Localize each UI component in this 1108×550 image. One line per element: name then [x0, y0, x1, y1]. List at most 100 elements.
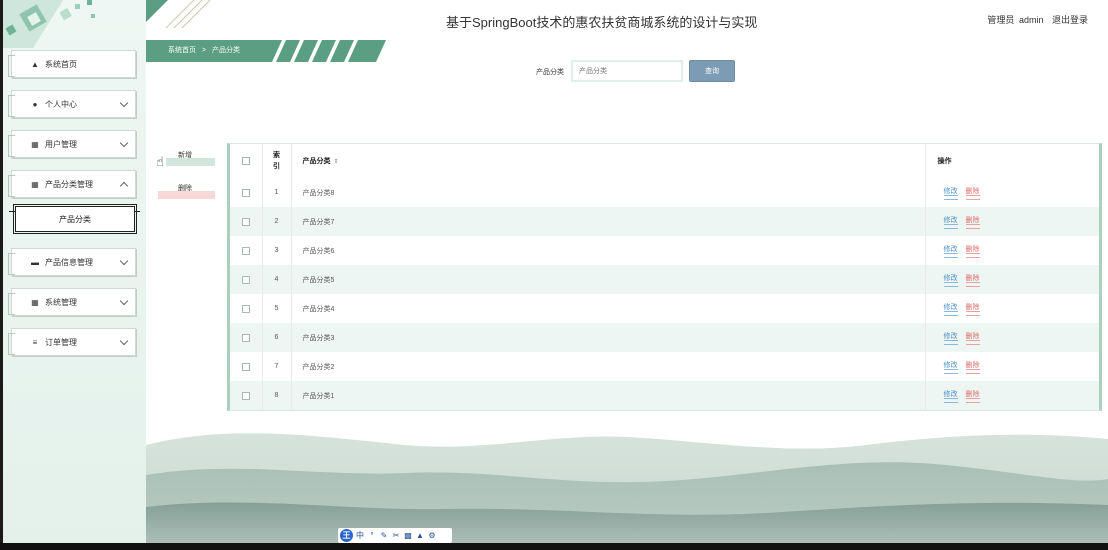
- header: 基于SpringBoot技术的惠农扶贫商城系统的设计与实现 管理员 admin …: [146, 0, 1108, 40]
- row-index: 1: [262, 178, 292, 207]
- row-checkbox[interactable]: [241, 188, 250, 197]
- ime-logo-icon[interactable]: 王: [340, 529, 353, 542]
- breadcrumb-home[interactable]: 系统首页: [168, 47, 196, 54]
- breadcrumb-separator: >: [201, 47, 207, 54]
- edit-button[interactable]: 修改: [943, 302, 958, 316]
- pen-icon[interactable]: ✎: [379, 531, 389, 540]
- row-checkbox[interactable]: [241, 275, 250, 284]
- row-actions: 修改 删除: [925, 236, 1099, 265]
- delete-button[interactable]: 删除: [965, 331, 980, 345]
- punctuation-icon[interactable]: °: [367, 531, 377, 540]
- batch-delete-button[interactable]: 删除: [158, 183, 215, 199]
- row-actions: 修改 删除: [925, 178, 1099, 207]
- row-checkbox-cell: [230, 323, 263, 352]
- user-icon: ●: [32, 99, 38, 109]
- row-index: 7: [262, 352, 292, 381]
- row-checkbox-cell: [230, 352, 263, 381]
- sort-icon[interactable]: ⇕: [334, 159, 339, 165]
- chevron-down-icon: [119, 138, 129, 148]
- row-name: 产品分类7: [291, 207, 926, 236]
- delete-button-label: 删除: [178, 185, 192, 192]
- row-actions: 修改 删除: [925, 381, 1099, 410]
- sidebar-item-label: 订单管理: [45, 337, 77, 347]
- sidebar-subitem-category[interactable]: 产品分类: [13, 204, 137, 234]
- add-button[interactable]: 新增: [158, 150, 215, 166]
- sidebar-item-category-mgmt[interactable]: ▦ 产品分类管理: [8, 170, 136, 198]
- row-checkbox[interactable]: [241, 362, 250, 371]
- edit-button[interactable]: 修改: [943, 244, 958, 258]
- header-index: 索引: [262, 144, 292, 178]
- delete-button[interactable]: 删除: [965, 389, 980, 403]
- row-index: 3: [262, 236, 292, 265]
- header-corner-decoration: [146, 0, 211, 28]
- row-index: 6: [262, 323, 292, 352]
- category-table: 索引 产品分类 ⇕ 操作 1 产品分类8 修改 删除 2 产品分类7 修改 删除 3 产品分类6 修改…: [227, 143, 1102, 411]
- logout-link[interactable]: 退出登录: [1052, 15, 1088, 25]
- ime-toolbar[interactable]: 王 中 ° ✎ ✂ ▩ ▲ ⚙: [338, 528, 452, 543]
- row-checkbox-cell: [230, 265, 263, 294]
- table-row[interactable]: 1 产品分类8 修改 删除: [230, 178, 1099, 207]
- add-button-label: 新增: [178, 152, 192, 159]
- keyboard-icon[interactable]: ▩: [403, 531, 413, 540]
- delete-button[interactable]: 删除: [965, 302, 980, 316]
- header-user-area: 管理员 admin 退出登录: [985, 13, 1088, 26]
- sidebar-item-home[interactable]: ▲ 系统首页: [8, 50, 136, 78]
- ime-mode[interactable]: 中: [355, 530, 365, 541]
- sidebar-item-profile[interactable]: ● 个人中心: [8, 90, 136, 118]
- delete-button[interactable]: 删除: [965, 244, 980, 258]
- chevron-up-icon: [119, 181, 129, 191]
- search-input[interactable]: [571, 60, 683, 82]
- gear-icon[interactable]: ⚙: [427, 531, 437, 540]
- row-checkbox-cell: [230, 294, 263, 323]
- table-row[interactable]: 6 产品分类3 修改 删除: [230, 323, 1099, 352]
- edit-button[interactable]: 修改: [943, 389, 958, 403]
- row-checkbox[interactable]: [241, 217, 250, 226]
- scissors-icon[interactable]: ✂: [391, 531, 401, 540]
- row-checkbox-cell: [230, 236, 263, 265]
- hand-cursor-icon: ☝: [156, 154, 164, 169]
- edit-button[interactable]: 修改: [943, 273, 958, 287]
- landscape-background: [146, 415, 1108, 543]
- row-name: 产品分类6: [291, 236, 926, 265]
- table-row[interactable]: 8 产品分类1 修改 删除: [230, 381, 1099, 410]
- search-button[interactable]: 查询: [689, 60, 735, 82]
- row-name: 产品分类3: [291, 323, 926, 352]
- row-checkbox[interactable]: [241, 246, 250, 255]
- edit-button[interactable]: 修改: [943, 215, 958, 229]
- grid-icon: ▦: [31, 179, 39, 189]
- row-checkbox-cell: [230, 207, 263, 236]
- delete-button[interactable]: 删除: [965, 186, 980, 200]
- sidebar-subitem-label: 产品分类: [59, 214, 91, 224]
- row-actions: 修改 删除: [925, 323, 1099, 352]
- sidebar-item-system[interactable]: ▦ 系统管理: [8, 288, 136, 316]
- row-index: 5: [262, 294, 292, 323]
- chevron-down-icon: [119, 296, 129, 306]
- skin-icon[interactable]: ▲: [415, 531, 425, 540]
- row-checkbox[interactable]: [241, 333, 250, 342]
- select-all-checkbox[interactable]: [241, 157, 250, 165]
- user-role: 管理员: [987, 15, 1015, 25]
- table-row[interactable]: 2 产品分类7 修改 删除: [230, 207, 1099, 236]
- sidebar-item-users[interactable]: ▦ 用户管理: [8, 130, 136, 158]
- edit-button[interactable]: 修改: [943, 360, 958, 374]
- delete-button[interactable]: 删除: [965, 360, 980, 374]
- row-index: 4: [262, 265, 292, 294]
- delete-button[interactable]: 删除: [965, 215, 980, 229]
- sidebar-item-product-info[interactable]: ▬ 产品信息管理: [8, 248, 136, 276]
- grid-icon: ▦: [31, 139, 39, 149]
- table-row[interactable]: 5 产品分类4 修改 删除: [230, 294, 1099, 323]
- row-checkbox[interactable]: [241, 391, 250, 400]
- table-row[interactable]: 4 产品分类5 修改 删除: [230, 265, 1099, 294]
- edit-button[interactable]: 修改: [943, 331, 958, 345]
- breadcrumb-text: 系统首页 > 产品分类: [168, 45, 240, 55]
- edit-button[interactable]: 修改: [943, 186, 958, 200]
- table-row[interactable]: 7 产品分类2 修改 删除: [230, 352, 1099, 381]
- header-name[interactable]: 产品分类 ⇕: [291, 144, 926, 178]
- row-checkbox[interactable]: [241, 304, 250, 313]
- table-header-row: 索引 产品分类 ⇕ 操作: [230, 144, 1099, 178]
- row-index: 8: [262, 381, 292, 410]
- delete-button[interactable]: 删除: [965, 273, 980, 287]
- table-row[interactable]: 3 产品分类6 修改 删除: [230, 236, 1099, 265]
- sidebar-item-orders[interactable]: ≡ 订单管理: [8, 328, 136, 356]
- sidebar-item-label: 系统首页: [45, 59, 77, 69]
